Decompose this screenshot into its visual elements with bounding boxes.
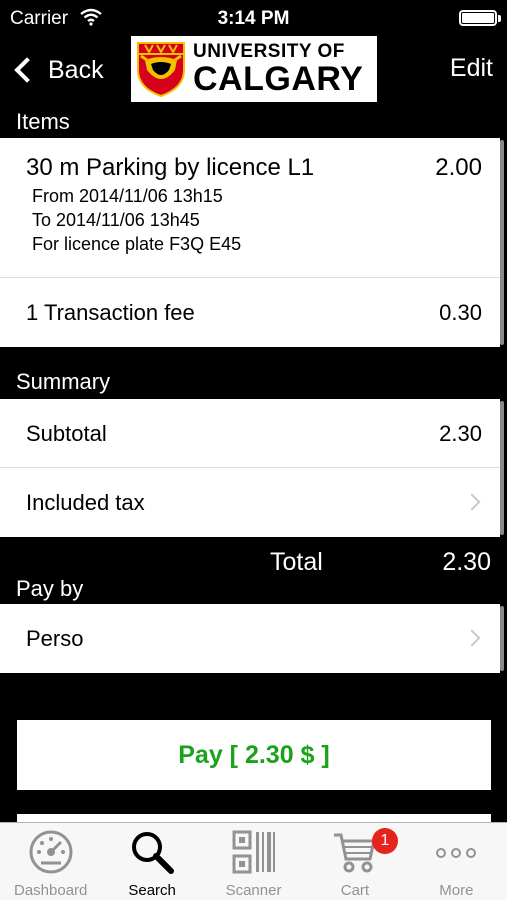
included-tax-label: Included tax [26,490,145,515]
summary-header-label: Summary [16,369,111,394]
total-label: Total [270,548,323,576]
pay-button[interactable]: Pay [ 2.30 $ ] [17,720,491,790]
parking-plate: For licence plate F3Q E45 [32,234,242,254]
barcode-scanner-icon [232,830,275,874]
parking-item-title: 30 m Parking by licence L1 [26,154,315,181]
chevron-right-icon [463,629,481,647]
summary-section-header: Summary [0,347,507,399]
tab-bar: Dashboard Search Scanner Cart More [0,822,507,900]
pay-by-group: Perso [0,604,500,673]
tab-dashboard[interactable]: Dashboard [0,823,101,900]
transaction-fee-value: 0.30 [439,300,482,325]
navigation-bar: Back UNIVERSITY OF CALGARY Edit [0,36,507,104]
tab-label-more: More [439,882,474,899]
tab-scanner[interactable]: Scanner [203,823,304,900]
subtotal-value: 2.30 [439,421,482,446]
subtotal-row: Subtotal 2.30 [0,399,500,468]
included-tax-row[interactable]: Included tax [0,468,500,537]
payment-method-row[interactable]: Perso [0,604,500,673]
parking-to: To 2014/11/06 13h45 [32,210,200,230]
items-group: 30 m Parking by licence L1 2.00 From 201… [0,138,500,347]
back-label: Back [48,55,104,84]
status-bar: Carrier 3:14 PM [0,0,507,36]
tab-label-dashboard: Dashboard [14,882,88,899]
search-icon [132,832,175,874]
tab-more[interactable]: More [406,823,507,900]
summary-group: Subtotal 2.30 Included tax [0,399,500,537]
university-logo: UNIVERSITY OF CALGARY [131,36,377,102]
parking-item-price: 2.00 [435,154,482,181]
logo-wordmark: UNIVERSITY OF CALGARY [193,42,363,96]
status-time: 3:14 PM [217,8,290,29]
parking-from: From 2014/11/06 13h15 [32,186,223,206]
battery-icon [459,10,501,26]
tab-label-search: Search [128,882,176,899]
transaction-fee-label: 1 Transaction fee [26,300,195,325]
scroll-indicator-payby [500,606,504,671]
items-section-header: Items [0,104,507,138]
payment-method-label: Perso [26,626,84,651]
pay-by-section-header: Pay by [0,574,507,604]
next-button-edge [17,814,491,822]
chevron-left-icon [14,57,40,83]
more-dots-icon [436,848,477,858]
tab-label-scanner: Scanner [225,882,282,899]
total-value: 2.30 [442,548,491,576]
transaction-fee-row[interactable]: 1 Transaction fee 0.30 [0,278,500,347]
edit-button[interactable]: Edit [450,54,493,83]
cart-icon [333,833,376,873]
tab-label-cart: Cart [340,882,370,899]
subtotal-label: Subtotal [26,421,107,446]
logo-line2: CALGARY [193,60,364,98]
chevron-right-icon [463,493,481,511]
items-header-label: Items [16,109,70,134]
logo-line1: UNIVERSITY OF [193,41,345,62]
cart-badge: 1 [372,828,398,854]
crest-icon [137,42,185,98]
tab-search[interactable]: Search [101,823,202,900]
scroll-indicator-summary [500,401,504,535]
back-button[interactable]: Back [12,50,104,90]
dashboard-gauge-icon [29,830,73,874]
scroll-indicator [500,140,504,345]
parking-item-row[interactable]: 30 m Parking by licence L1 2.00 From 201… [0,138,500,278]
pay-by-header-label: Pay by [16,576,84,601]
